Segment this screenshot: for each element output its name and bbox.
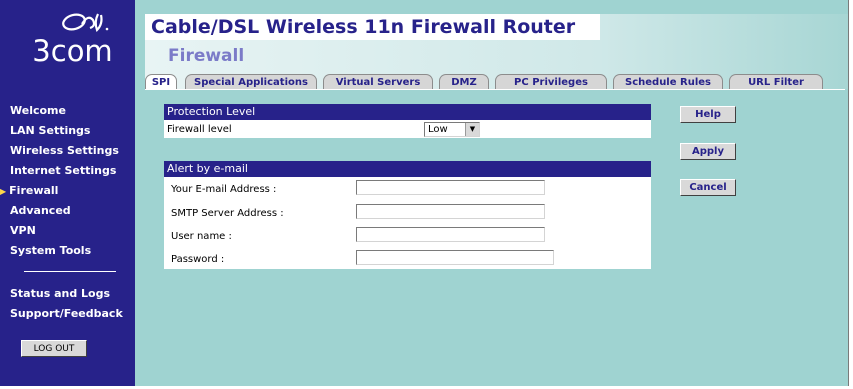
protection-level-panel: Protection Level Firewall level Low ▼	[164, 104, 651, 138]
username-input[interactable]	[356, 227, 545, 242]
password-label: Password :	[171, 254, 225, 265]
password-input[interactable]	[356, 250, 554, 265]
tab-url-filter[interactable]: URL Filter	[729, 74, 823, 90]
page-title: Cable/DSL Wireless 11n Firewall Router	[151, 16, 576, 38]
sidebar-item-internet-settings[interactable]: Internet Settings	[10, 164, 116, 177]
help-button[interactable]: Help	[680, 106, 736, 123]
sidebar-item-welcome[interactable]: Welcome	[10, 104, 66, 117]
section-title: Firewall	[168, 46, 245, 66]
sidebar: 3com Welcome LAN Settings Wireless Setti…	[0, 0, 135, 389]
tab-special-applications[interactable]: Special Applications	[185, 74, 317, 90]
brand-wordmark: 3com	[32, 34, 113, 68]
tab-dmz[interactable]: DMZ	[439, 74, 489, 90]
brand-logo: 3com	[20, 10, 120, 80]
smtp-server-input[interactable]	[356, 204, 545, 219]
3com-swirl-logo-icon	[62, 13, 109, 32]
window-right-edge	[848, 0, 853, 389]
header-banner: Cable/DSL Wireless 11n Firewall Router	[145, 14, 600, 40]
tab-pc-privileges[interactable]: PC Privileges	[495, 74, 607, 90]
apply-button[interactable]: Apply	[680, 143, 736, 160]
alert-by-email-panel: Alert by e-mail Your E-mail Address : SM…	[164, 161, 651, 269]
firewall-level-label: Firewall level	[167, 124, 232, 135]
cancel-button[interactable]: Cancel	[680, 179, 736, 196]
sidebar-item-firewall[interactable]: ▶ Firewall	[0, 184, 58, 197]
sidebar-item-vpn[interactable]: VPN	[10, 224, 36, 237]
tab-virtual-servers[interactable]: Virtual Servers	[323, 74, 433, 90]
sidebar-item-status-and-logs[interactable]: Status and Logs	[10, 287, 110, 300]
smtp-server-label: SMTP Server Address :	[171, 208, 284, 219]
chevron-down-icon: ▼	[465, 123, 479, 136]
tab-spi[interactable]: SPI	[145, 74, 177, 90]
protection-level-heading: Protection Level	[164, 104, 651, 120]
sidebar-item-support-feedback[interactable]: Support/Feedback	[10, 307, 123, 320]
logout-button[interactable]: LOG OUT	[21, 340, 87, 357]
sidebar-item-advanced[interactable]: Advanced	[10, 204, 71, 217]
sidebar-item-wireless-settings[interactable]: Wireless Settings	[10, 144, 119, 157]
alert-by-email-heading: Alert by e-mail	[164, 161, 651, 177]
tab-strip-divider	[145, 89, 845, 90]
sidebar-divider	[24, 271, 116, 272]
sidebar-item-lan-settings[interactable]: LAN Settings	[10, 124, 90, 137]
sidebar-item-label: Firewall	[9, 184, 59, 197]
router-admin-window: 3com Welcome LAN Settings Wireless Setti…	[0, 0, 853, 389]
username-label: User name :	[171, 231, 232, 242]
tab-bar: SPI Special Applications Virtual Servers…	[145, 74, 845, 90]
firewall-level-value: Low	[428, 124, 448, 135]
email-address-input[interactable]	[356, 180, 545, 195]
tab-schedule-rules[interactable]: Schedule Rules	[613, 74, 723, 90]
email-address-label: Your E-mail Address :	[171, 184, 277, 195]
sidebar-item-system-tools[interactable]: System Tools	[10, 244, 91, 257]
firewall-level-select[interactable]: Low ▼	[424, 122, 480, 137]
active-marker-icon: ▶	[0, 187, 7, 196]
